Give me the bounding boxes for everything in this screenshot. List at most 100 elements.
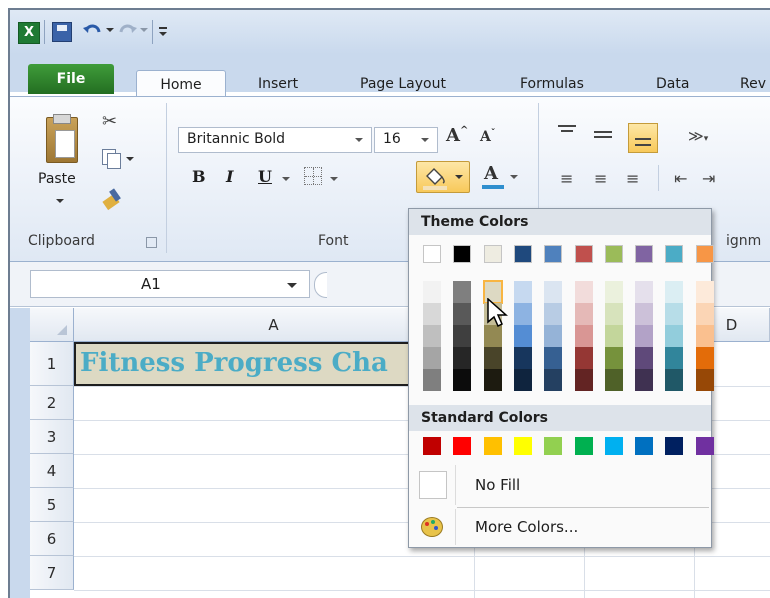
theme-color-swatch[interactable] xyxy=(665,245,684,263)
theme-color-swatch[interactable] xyxy=(604,245,623,263)
tab-page-layout[interactable]: Page Layout xyxy=(360,76,446,96)
align-bottom-button[interactable] xyxy=(628,123,658,153)
theme-tint-swatch[interactable] xyxy=(604,347,623,369)
standard-color-swatch[interactable] xyxy=(423,437,441,455)
theme-tint-swatch[interactable] xyxy=(604,369,623,391)
shrink-font-icon[interactable]: Aˇ xyxy=(480,129,495,145)
select-all-button[interactable] xyxy=(30,308,74,342)
standard-color-swatch[interactable] xyxy=(544,437,563,455)
theme-tint-swatch[interactable] xyxy=(513,369,532,391)
theme-tint-swatch[interactable] xyxy=(423,347,441,369)
align-center-icon[interactable]: ≡ xyxy=(594,169,607,188)
borders-dropdown-icon[interactable] xyxy=(330,177,338,181)
theme-tint-swatch[interactable] xyxy=(635,347,654,369)
theme-color-swatch[interactable] xyxy=(544,245,563,263)
row-header-2[interactable]: 2 xyxy=(30,386,74,420)
theme-tint-swatch[interactable] xyxy=(423,303,441,325)
standard-color-swatch[interactable] xyxy=(453,437,472,455)
clipboard-launcher-icon[interactable] xyxy=(146,237,157,248)
standard-color-swatch[interactable] xyxy=(574,437,593,455)
row-header-4[interactable]: 4 xyxy=(30,454,74,488)
tab-data[interactable]: Data xyxy=(656,76,689,96)
align-left-icon[interactable]: ≡ xyxy=(560,169,573,188)
formula-bar-resize-handle[interactable] xyxy=(314,272,327,298)
standard-color-swatch[interactable] xyxy=(483,437,502,455)
tab-insert[interactable]: Insert xyxy=(258,76,298,96)
undo-icon[interactable] xyxy=(82,22,104,40)
orientation-icon[interactable]: ≫▾ xyxy=(688,127,708,145)
underline-dropdown-icon[interactable] xyxy=(282,177,290,181)
standard-color-swatch[interactable] xyxy=(513,437,532,455)
theme-tint-swatch[interactable] xyxy=(483,369,502,391)
font-color-button[interactable]: A xyxy=(480,163,520,193)
redo-icon[interactable] xyxy=(116,22,138,40)
theme-tint-swatch[interactable] xyxy=(574,369,593,391)
theme-tint-swatch[interactable] xyxy=(453,303,472,325)
theme-tint-swatch[interactable] xyxy=(574,347,593,369)
theme-tint-swatch[interactable] xyxy=(665,325,684,347)
format-painter-icon[interactable] xyxy=(102,187,124,211)
theme-color-swatch[interactable] xyxy=(695,245,714,263)
theme-color-swatch[interactable] xyxy=(635,245,654,263)
theme-tint-swatch[interactable] xyxy=(483,325,502,347)
undo-dropdown-icon[interactable] xyxy=(106,28,114,32)
theme-tint-swatch[interactable] xyxy=(635,369,654,391)
tab-formulas[interactable]: Formulas xyxy=(520,76,584,96)
font-family-select[interactable]: Britannic Bold xyxy=(178,127,372,153)
row-header-5[interactable]: 5 xyxy=(30,488,74,522)
theme-tint-swatch[interactable] xyxy=(665,347,684,369)
theme-tint-swatch[interactable] xyxy=(544,369,563,391)
theme-tint-swatch[interactable] xyxy=(665,281,684,303)
italic-button[interactable]: I xyxy=(226,167,233,186)
theme-tint-swatch[interactable] xyxy=(635,325,654,347)
row-header-6[interactable]: 6 xyxy=(30,522,74,556)
row-header-7[interactable]: 7 xyxy=(30,556,74,590)
standard-color-swatch[interactable] xyxy=(635,437,654,455)
theme-tint-swatch[interactable] xyxy=(544,303,563,325)
standard-color-swatch[interactable] xyxy=(665,437,684,455)
tab-file[interactable]: File xyxy=(28,64,114,94)
theme-tint-swatch[interactable] xyxy=(574,281,593,303)
tab-review[interactable]: Rev xyxy=(740,76,766,96)
grow-font-icon[interactable]: A^ xyxy=(446,125,468,146)
row-header-1[interactable]: 1 xyxy=(30,342,74,386)
paste-button[interactable]: Paste xyxy=(34,109,88,219)
theme-tint-swatch[interactable] xyxy=(695,325,714,347)
theme-tint-swatch[interactable] xyxy=(513,325,532,347)
theme-tint-swatch[interactable] xyxy=(604,281,623,303)
standard-color-swatch[interactable] xyxy=(695,437,714,455)
borders-icon[interactable] xyxy=(304,167,322,185)
row-header-3[interactable]: 3 xyxy=(30,420,74,454)
theme-tint-swatch[interactable] xyxy=(423,281,441,303)
theme-tint-swatch[interactable] xyxy=(423,325,441,347)
tab-home[interactable]: Home xyxy=(136,70,226,99)
theme-tint-swatch[interactable] xyxy=(695,281,714,303)
theme-tint-swatch[interactable] xyxy=(513,303,532,325)
copy-dropdown-icon[interactable] xyxy=(126,157,134,161)
copy-icon[interactable] xyxy=(100,147,122,169)
customize-icon[interactable] xyxy=(158,24,168,38)
no-fill-item[interactable]: No Fill xyxy=(409,465,711,505)
redo-dropdown-icon[interactable] xyxy=(140,28,148,32)
theme-tint-swatch[interactable] xyxy=(604,303,623,325)
save-icon[interactable] xyxy=(52,22,72,42)
theme-tint-swatch[interactable] xyxy=(453,369,472,391)
theme-tint-swatch[interactable] xyxy=(423,369,441,391)
theme-tint-swatch[interactable] xyxy=(544,325,563,347)
theme-tint-swatch[interactable] xyxy=(513,347,532,369)
theme-tint-swatch[interactable] xyxy=(665,303,684,325)
theme-tint-swatch[interactable] xyxy=(604,325,623,347)
theme-tint-swatch[interactable] xyxy=(453,347,472,369)
align-middle-icon[interactable] xyxy=(594,129,612,145)
theme-color-swatch[interactable] xyxy=(483,245,502,263)
theme-tint-swatch[interactable] xyxy=(635,303,654,325)
increase-indent-icon[interactable]: ⇥ xyxy=(702,169,715,188)
theme-tint-swatch[interactable] xyxy=(483,347,502,369)
theme-color-swatch[interactable] xyxy=(574,245,593,263)
theme-tint-swatch[interactable] xyxy=(695,303,714,325)
theme-color-swatch[interactable] xyxy=(423,245,441,263)
theme-color-swatch[interactable] xyxy=(513,245,532,263)
theme-tint-swatch[interactable] xyxy=(695,347,714,369)
theme-tint-swatch[interactable] xyxy=(695,369,714,391)
cut-icon[interactable]: ✂ xyxy=(102,111,122,133)
